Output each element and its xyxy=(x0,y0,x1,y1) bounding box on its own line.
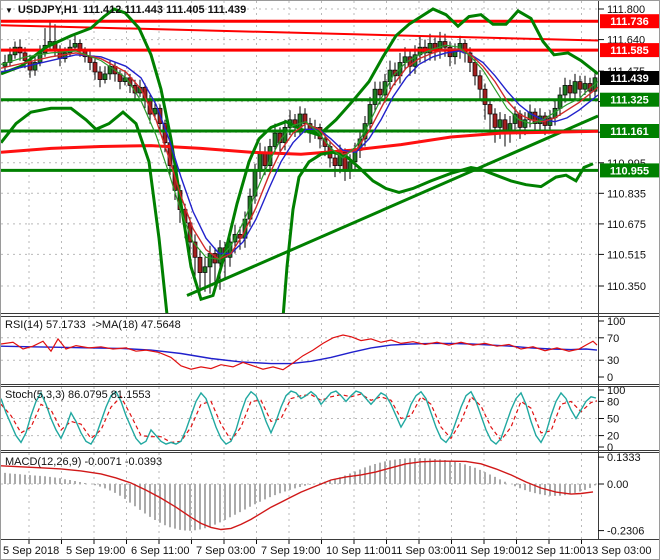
trading-chart-window: 111.800111.640111.475111.315111.155110.9… xyxy=(0,0,660,560)
svg-text:13 Sep 03:00: 13 Sep 03:00 xyxy=(586,545,651,557)
price-badge-111.585: 111.585 xyxy=(600,43,659,58)
svg-text:7 Sep 03:00: 7 Sep 03:00 xyxy=(196,545,255,557)
svg-text:111.736: 111.736 xyxy=(610,16,649,28)
svg-text:110.835: 110.835 xyxy=(607,188,646,200)
svg-text:20: 20 xyxy=(607,431,619,443)
svg-text:50: 50 xyxy=(607,414,619,426)
svg-text:11 Sep 19:00: 11 Sep 19:00 xyxy=(456,545,521,557)
svg-text:-0.2306: -0.2306 xyxy=(607,526,644,538)
price-badge-111.325: 111.325 xyxy=(600,92,659,107)
svg-text:0: 0 xyxy=(607,372,613,384)
svg-text:80: 80 xyxy=(607,396,619,408)
svg-text:11 Sep 03:00: 11 Sep 03:00 xyxy=(391,545,456,557)
svg-text:111.439: 111.439 xyxy=(610,73,649,85)
svg-text:0.00: 0.00 xyxy=(607,479,628,491)
svg-text:110.955: 110.955 xyxy=(610,165,649,177)
svg-text:111.585: 111.585 xyxy=(610,45,649,57)
price-badge-111.161: 111.161 xyxy=(600,124,659,138)
svg-text:6 Sep 11:00: 6 Sep 11:00 xyxy=(131,545,190,557)
svg-text:5 Sep 19:00: 5 Sep 19:00 xyxy=(66,545,125,557)
svg-text:100: 100 xyxy=(607,385,625,397)
svg-text:7 Sep 19:00: 7 Sep 19:00 xyxy=(261,545,320,557)
price-badge-111.439: 111.439 xyxy=(600,71,659,85)
svg-text:10 Sep 11:00: 10 Sep 11:00 xyxy=(326,545,391,557)
svg-text:0.1333: 0.1333 xyxy=(607,452,641,464)
svg-text:110.350: 110.350 xyxy=(607,281,646,293)
svg-text:111.161: 111.161 xyxy=(610,126,649,138)
svg-text:110.515: 110.515 xyxy=(607,249,646,261)
svg-text:110.675: 110.675 xyxy=(607,219,646,231)
svg-text:5 Sep 2018: 5 Sep 2018 xyxy=(3,545,59,557)
svg-text:12 Sep 11:00: 12 Sep 11:00 xyxy=(521,545,586,557)
svg-text:30: 30 xyxy=(607,355,619,367)
svg-text:70: 70 xyxy=(607,333,619,345)
svg-text:111.325: 111.325 xyxy=(610,95,649,107)
svg-text:100: 100 xyxy=(607,316,625,328)
price-badge-110.955: 110.955 xyxy=(600,163,659,178)
chart-canvas[interactable]: 111.800111.640111.475111.315111.155110.9… xyxy=(1,1,660,560)
price-badge-111.736: 111.736 xyxy=(600,14,659,28)
